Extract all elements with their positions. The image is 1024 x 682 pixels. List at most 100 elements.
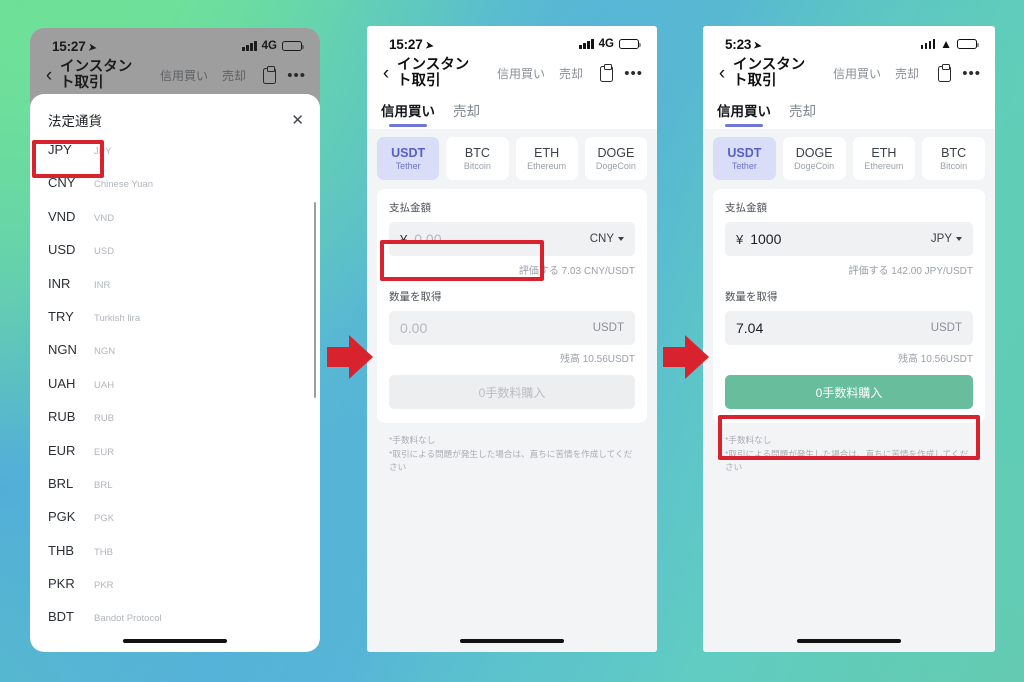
- content-area: USDT Tether DOGE DogeCoin ETH Ethereum BTC Bitc…: [703, 129, 995, 652]
- back-chevron-icon[interactable]: ‹: [713, 64, 731, 83]
- receive-amount-input[interactable]: 0.00 USDT: [389, 311, 635, 346]
- nav-link-sell[interactable]: 売却: [559, 65, 583, 82]
- currency-list-item[interactable]: VND VND: [48, 209, 320, 242]
- clipboard-icon[interactable]: [600, 63, 614, 82]
- currency-list-item[interactable]: UAH UAH: [48, 376, 320, 409]
- balance-hint: 残高 10.56USDT: [559, 354, 635, 366]
- currency-name: PGK: [94, 513, 115, 525]
- currency-list-item[interactable]: USD USD: [48, 242, 320, 275]
- currency-code: THB: [48, 542, 74, 558]
- pay-currency-select[interactable]: JPY: [931, 233, 962, 245]
- fiat-currency-sheet: 法定通貨 ✕ JPY JPY CNY Chinese Yuan VND VND USD USD…: [30, 94, 320, 652]
- disclaimer-line-2: *取引による問題が発生した場合は、直ちに苦情を作成してください: [389, 448, 633, 472]
- currency-list-item[interactable]: NGN NGN: [48, 342, 320, 375]
- coin-chip-eth[interactable]: ETH Ethereum: [852, 137, 916, 181]
- clipboard-icon[interactable]: [938, 63, 952, 82]
- currency-code: UAH: [48, 375, 76, 391]
- chevron-down-icon: [956, 237, 962, 242]
- coin-symbol: USDT: [727, 146, 762, 161]
- currency-name: Turkish lira: [94, 312, 141, 324]
- phone-screen-1: 15:27➤ 4G ‹ インスタント取引 信用買い 売却 ••• 法定通貨 ✕ …: [30, 28, 320, 652]
- coin-name: DogeCoin: [794, 161, 835, 172]
- rate-hint: 評価する 142.00 JPY/USDT: [848, 266, 973, 278]
- pay-amount-input[interactable]: ¥ 0.00 CNY: [389, 222, 635, 257]
- tab-margin-buy[interactable]: 信用買い: [717, 100, 771, 127]
- currency-list-item[interactable]: TRY Turkish lira: [48, 309, 320, 342]
- pay-currency-select[interactable]: CNY: [590, 233, 624, 245]
- buy-button[interactable]: 0手数料購入: [725, 375, 973, 410]
- coin-chip-eth[interactable]: ETH Ethereum: [515, 137, 578, 181]
- receive-amount-value: 0.00: [400, 320, 428, 337]
- pay-currency-label: CNY: [589, 233, 614, 246]
- buy-button[interactable]: 0手数料購入: [389, 375, 635, 410]
- flow-arrow-1: [327, 335, 375, 379]
- pay-amount-input[interactable]: ¥ 1000 JPY: [725, 222, 973, 257]
- currency-symbol: ¥: [400, 231, 408, 247]
- tab-sell[interactable]: 売却: [789, 100, 816, 127]
- currency-list-item[interactable]: RUB RUB: [48, 409, 320, 442]
- phone-screen-3: 5:23➤ ▲ ⚡ ‹ インスタント取引 信用買い 売却 ••• 信用買い 売却…: [703, 26, 995, 652]
- ellipsis-icon[interactable]: •••: [962, 66, 981, 81]
- coin-symbol: DOGE: [597, 146, 635, 161]
- currency-list-item[interactable]: BRL BRL: [48, 476, 320, 509]
- currency-list-item[interactable]: INR INR: [48, 276, 320, 309]
- currency-name: UAH: [94, 379, 115, 391]
- coin-chip-doge[interactable]: DOGE DogeCoin: [584, 137, 647, 181]
- receive-amount-label: 数量を取得: [389, 291, 442, 304]
- currency-code: EUR: [48, 442, 76, 458]
- location-arrow-icon: ➤: [752, 38, 763, 53]
- coin-selector: USDT Tether DOGE DogeCoin ETH Ethereum BTC Bitc…: [713, 137, 985, 181]
- coin-symbol: ETH: [534, 146, 560, 161]
- currency-list-item[interactable]: CNY Chinese Yuan: [48, 175, 320, 208]
- page-title: インスタント取引: [733, 57, 806, 89]
- signal-icon: [920, 39, 936, 49]
- flow-arrow-2: [663, 335, 711, 379]
- currency-code: BRL: [48, 475, 74, 491]
- currency-name: NGN: [94, 346, 116, 358]
- home-indicator: [460, 638, 564, 643]
- coin-selector: USDT Tether BTC Bitcoin ETH Ethereum DOGE DogeC…: [377, 137, 647, 181]
- currency-list-item[interactable]: PGK PGK: [48, 509, 320, 542]
- currency-list-item[interactable]: PKR PKR: [48, 576, 320, 609]
- coin-symbol: BTC: [464, 146, 490, 161]
- pay-amount-value: 0.00: [414, 231, 442, 248]
- currency-symbol: ¥: [736, 231, 744, 247]
- coin-name: DogeCoin: [595, 161, 636, 172]
- home-indicator: [797, 638, 901, 643]
- coin-name: Tether: [731, 161, 757, 172]
- coin-chip-usdt[interactable]: USDT Tether: [377, 137, 440, 181]
- nav-link-margin-buy[interactable]: 信用買い: [833, 65, 881, 82]
- currency-name: EUR: [94, 446, 115, 458]
- currency-code: INR: [48, 275, 71, 291]
- tab-margin-buy[interactable]: 信用買い: [381, 100, 435, 127]
- currency-code: VND: [48, 208, 76, 224]
- pay-currency-label: JPY: [930, 233, 952, 246]
- pay-amount-label: 支払金額: [389, 202, 431, 215]
- battery-icon: [619, 38, 641, 50]
- currency-code: TRY: [48, 308, 74, 324]
- tab-bar: 信用買い 売却: [703, 95, 995, 129]
- receive-amount-value: 7.04: [736, 320, 764, 337]
- coin-chip-doge[interactable]: DOGE DogeCoin: [782, 137, 846, 181]
- status-time: 15:27➤: [389, 36, 435, 53]
- status-indicators: ▲ ⚡: [920, 38, 979, 50]
- back-chevron-icon[interactable]: ‹: [377, 64, 395, 83]
- coin-chip-usdt[interactable]: USDT Tether: [713, 137, 776, 181]
- tab-bar: 信用買い 売却: [367, 95, 657, 129]
- coin-chip-btc[interactable]: BTC Bitcoin: [922, 137, 985, 181]
- currency-list-item[interactable]: EUR EUR: [48, 443, 320, 476]
- currency-list-item[interactable]: THB THB: [48, 543, 320, 576]
- nav-link-sell[interactable]: 売却: [895, 65, 919, 82]
- scrollbar-thumb[interactable]: [313, 202, 316, 398]
- pay-amount-label: 支払金額: [725, 202, 767, 215]
- nav-bar: ‹ インスタント取引 信用買い 売却 •••: [703, 56, 995, 95]
- receive-amount-label: 数量を取得: [725, 291, 778, 304]
- close-icon[interactable]: ✕: [291, 113, 304, 128]
- tab-sell[interactable]: 売却: [453, 100, 480, 127]
- currency-name: PKR: [94, 580, 114, 592]
- receive-amount-input[interactable]: 7.04 USDT: [725, 311, 973, 346]
- ellipsis-icon[interactable]: •••: [624, 66, 643, 81]
- currency-list-item[interactable]: JPY JPY: [48, 142, 320, 175]
- nav-link-margin-buy[interactable]: 信用買い: [497, 65, 545, 82]
- coin-chip-btc[interactable]: BTC Bitcoin: [446, 137, 509, 181]
